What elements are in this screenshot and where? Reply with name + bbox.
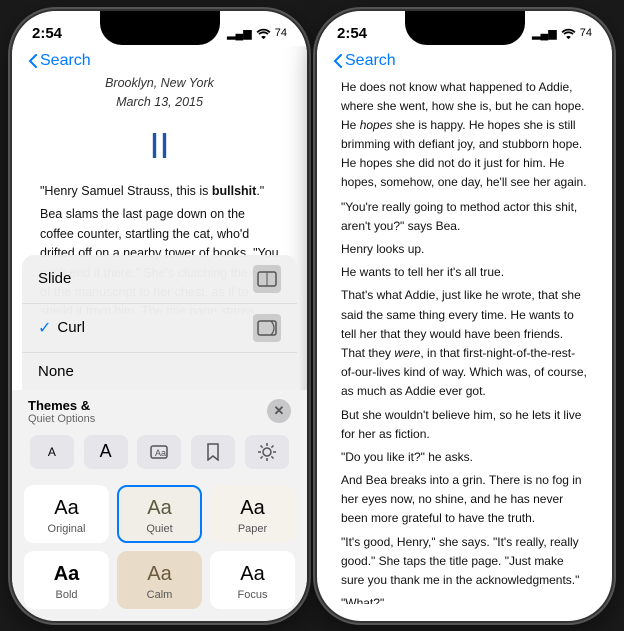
wifi-icon xyxy=(256,28,271,39)
bookmark-button[interactable] xyxy=(191,435,235,469)
theme-original[interactable]: Aa Original xyxy=(24,485,109,543)
nav-bar-right: Search xyxy=(317,46,612,74)
overlay-area: Slide ✓ Curl xyxy=(12,255,307,621)
back-label-left: Search xyxy=(40,52,91,70)
close-button[interactable]: ✕ xyxy=(267,399,291,423)
back-button-left[interactable]: Search xyxy=(28,52,291,70)
theme-original-label: Original xyxy=(48,523,86,535)
phones-container: 2:54 ▂▄▆ 74 Search Brooklyn, N xyxy=(12,11,612,621)
time-right: 2:54 xyxy=(337,25,367,42)
font-decrease-button[interactable]: A xyxy=(30,435,74,469)
theme-bold-preview: Aa xyxy=(54,563,80,586)
phone-left: 2:54 ▂▄▆ 74 Search Brooklyn, N xyxy=(12,11,307,621)
slide-icon xyxy=(253,265,281,293)
slide-label: Slide xyxy=(38,270,71,287)
nav-bar-left: Search xyxy=(12,46,307,74)
check-icon: ✓ xyxy=(38,318,51,338)
status-icons-left: ▂▄▆ 74 xyxy=(227,27,287,40)
theme-calm[interactable]: Aa Calm xyxy=(117,551,202,609)
theme-quiet-preview: Aa xyxy=(147,497,171,520)
signal-icon-right: ▂▄▆ xyxy=(532,27,557,40)
theme-paper-preview: Aa xyxy=(240,497,264,520)
theme-bold-label: Bold xyxy=(55,589,77,601)
phone-right: 2:54 ▂▄▆ 74 Search He does not xyxy=(317,11,612,621)
signal-icon: ▂▄▆ xyxy=(227,27,252,40)
curl-icon xyxy=(253,314,281,342)
battery-right: 74 xyxy=(580,27,592,39)
back-label-right: Search xyxy=(345,52,396,70)
book-content-right: He does not know what happened to Addie,… xyxy=(317,74,612,604)
battery-left: 74 xyxy=(275,27,287,39)
notch-left xyxy=(100,11,220,45)
svg-text:Aa: Aa xyxy=(155,448,166,458)
theme-grid: Aa Original Aa Quiet Aa Paper Aa Bold Aa xyxy=(12,477,307,621)
font-controls: A A Aa xyxy=(12,429,307,477)
theme-focus-preview: Aa xyxy=(240,563,264,586)
chapter-numeral: II xyxy=(40,118,279,174)
brightness-button[interactable] xyxy=(245,435,289,469)
theme-calm-preview: Aa xyxy=(147,563,171,586)
themes-title: Themes & xyxy=(28,398,95,413)
theme-focus[interactable]: Aa Focus xyxy=(210,551,295,609)
theme-original-preview: Aa xyxy=(54,497,78,520)
theme-calm-label: Calm xyxy=(147,589,173,601)
back-button-right[interactable]: Search xyxy=(333,52,596,70)
font-increase-button[interactable]: A xyxy=(84,435,128,469)
wifi-icon-right xyxy=(561,28,576,39)
curl-label: Curl xyxy=(57,319,85,336)
theme-quiet[interactable]: Aa Quiet xyxy=(117,485,202,543)
transition-curl[interactable]: ✓ Curl xyxy=(22,304,297,353)
book-location: Brooklyn, New YorkMarch 13, 2015 xyxy=(40,74,279,113)
theme-paper[interactable]: Aa Paper xyxy=(210,485,295,543)
transition-slide[interactable]: Slide xyxy=(22,255,297,304)
transition-menu: Slide ✓ Curl xyxy=(22,255,297,390)
quiet-label: Quiet Options xyxy=(28,413,95,425)
font-style-button[interactable]: Aa xyxy=(137,435,181,469)
time-left: 2:54 xyxy=(32,25,62,42)
transition-none[interactable]: None xyxy=(22,353,297,390)
notch-right xyxy=(405,11,525,45)
none-label: None xyxy=(38,363,74,380)
theme-bold[interactable]: Aa Bold xyxy=(24,551,109,609)
status-icons-right: ▂▄▆ 74 xyxy=(532,27,592,40)
theme-focus-label: Focus xyxy=(238,589,268,601)
theme-paper-label: Paper xyxy=(238,523,267,535)
theme-quiet-label: Quiet xyxy=(146,523,172,535)
themes-options-bar: Themes & Quiet Options ✕ xyxy=(12,390,307,429)
